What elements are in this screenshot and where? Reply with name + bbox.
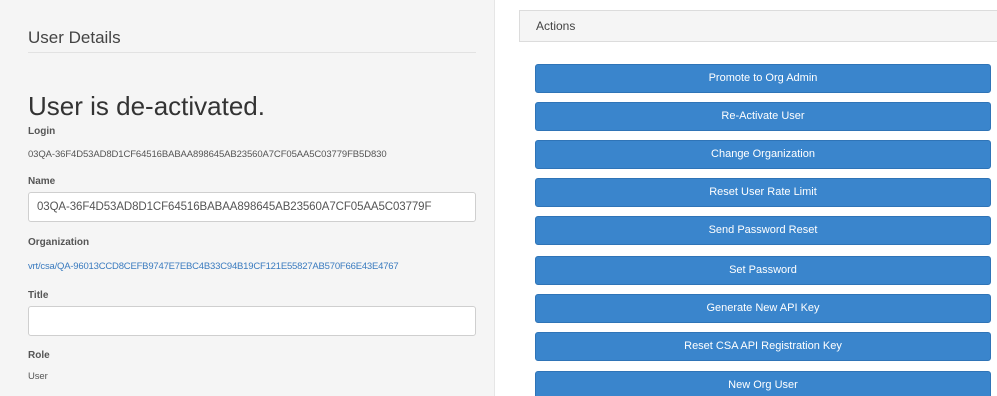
actions-panel: Actions Promote to Org Admin Re-Activate… [519,0,997,396]
actions-title: Actions [536,19,576,33]
name-label: Name [28,176,56,187]
title-field[interactable] [28,306,476,336]
promote-to-org-admin-button[interactable]: Promote to Org Admin [535,64,991,93]
change-organization-button[interactable]: Change Organization [535,140,991,169]
generate-new-api-key-button[interactable]: Generate New API Key [535,294,991,323]
new-org-user-button[interactable]: New Org User [535,371,991,396]
title-label: Title [28,290,49,301]
user-status-heading: User is de-activated. [28,91,265,121]
role-label: Role [28,350,50,361]
send-password-reset-button[interactable]: Send Password Reset [535,216,991,245]
login-value: 03QA-36F4D53AD8D1CF64516BABAA898645AB235… [28,149,387,160]
name-field[interactable] [28,192,476,222]
title-divider [28,52,476,53]
organization-link[interactable]: vrt/csa/QA-96013CCD8CEFB9747E7EBC4B33C94… [28,261,399,272]
re-activate-user-button[interactable]: Re-Activate User [535,102,991,131]
reset-user-rate-limit-button[interactable]: Reset User Rate Limit [535,178,991,207]
login-label: Login [28,126,56,137]
set-password-button[interactable]: Set Password [535,256,991,285]
role-value: User [28,371,48,382]
organization-label: Organization [28,237,90,248]
user-details-panel: User Details User is de-activated. Login… [0,0,495,396]
user-details-title: User Details [28,28,121,47]
actions-header: Actions [519,10,997,42]
reset-csa-api-registration-key-button[interactable]: Reset CSA API Registration Key [535,332,991,361]
